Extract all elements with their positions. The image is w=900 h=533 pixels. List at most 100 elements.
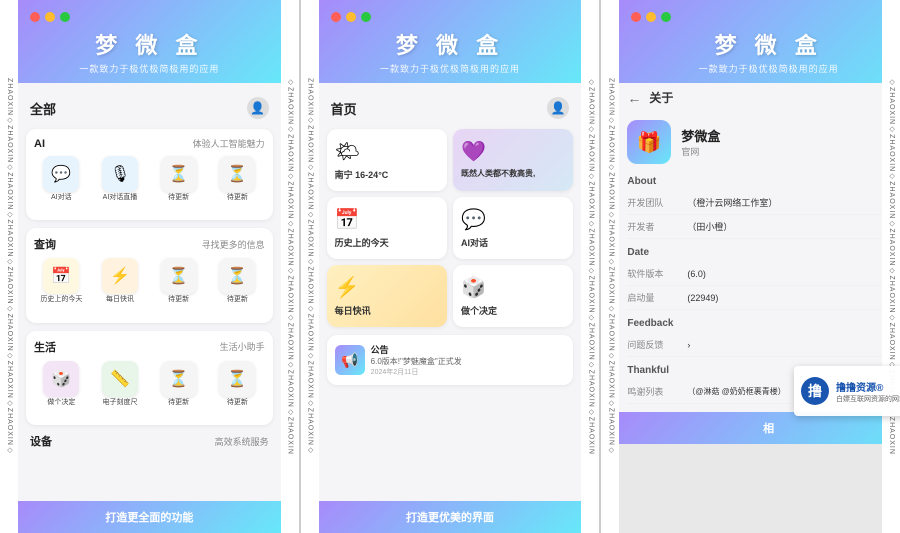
app-footer-1: 打造更全面的功能 bbox=[18, 501, 281, 533]
ai-pending2-icon: ⏳ bbox=[219, 156, 255, 192]
phone-content-2: 梦 微 盒 一款致力于极优极简极用的应用 首页 👤 🌤 南宁 16-24°C 💜… bbox=[319, 0, 582, 533]
about-app-logo: 🎁 bbox=[627, 120, 671, 164]
ruler[interactable]: 📏 电子刻度尺 bbox=[93, 361, 148, 407]
weather-card[interactable]: 🌤 南宁 16-24°C bbox=[327, 129, 447, 191]
section-main-ai: AI bbox=[34, 138, 45, 150]
tl-red-1 bbox=[30, 12, 40, 22]
about-section-title: About bbox=[627, 176, 900, 187]
app-subtitle-2: 一款致力于极优极简极用的应用 bbox=[331, 62, 570, 75]
tl-green-1 bbox=[60, 12, 70, 22]
watermark-left-2: ZHAOXIN◇ZHAOXIN◇ZHAOXIN◇ZHAOXIN◇ZHAOXIN◇… bbox=[301, 0, 319, 533]
section-ai: AI 体验人工智能魅力 💬 AI对话 🎙 AI对话直播 ⏳ 待更新 bbox=[26, 129, 273, 220]
about-dev-label: 开发者 bbox=[627, 220, 687, 233]
brand-sub: 白嫖互联网资源的网站 bbox=[836, 394, 900, 404]
section-header-ai: AI 体验人工智能魅力 bbox=[34, 137, 265, 150]
home-card-grid: 🌤 南宁 16-24°C 💜 既然人类都不救高贵, 📅 历史上的今天 💬 AI对… bbox=[327, 129, 574, 327]
about-header: ← 关于 bbox=[619, 83, 900, 112]
traffic-lights-1 bbox=[30, 12, 269, 22]
about-team-row: 开发团队 （橙汁云网络工作室） bbox=[627, 191, 900, 215]
app-footer-2: 打造更优美的界面 bbox=[319, 501, 582, 533]
ai-card[interactable]: 💬 AI对话 bbox=[453, 197, 573, 259]
life-grid: 🎲 做个决定 📏 电子刻度尺 ⏳ 待更新 ⏳ 待更新 bbox=[34, 361, 265, 407]
ai-dialog[interactable]: 💬 AI对话 bbox=[34, 156, 89, 202]
ruler-icon: 📏 bbox=[102, 361, 138, 397]
ai-card-label: AI对话 bbox=[461, 236, 488, 249]
life-pending2[interactable]: ⏳ 待更新 bbox=[210, 361, 265, 407]
about-app-name: 梦微盒 bbox=[681, 126, 720, 145]
thankful-label: 鸣谢列表 bbox=[627, 385, 687, 398]
thankful-value: （@淋菇 @奶奶框裹青楼） bbox=[687, 386, 785, 397]
section-sub-device: 高效系统服务 bbox=[215, 435, 269, 448]
version-row: 软件版本 (6.0) bbox=[627, 262, 900, 286]
today-history-icon: 📅 bbox=[43, 258, 79, 294]
query-pending1-icon: ⏳ bbox=[161, 258, 197, 294]
traffic-lights-3 bbox=[631, 12, 900, 22]
news-card[interactable]: ⚡ 每日快讯 bbox=[327, 265, 447, 327]
section-main-device: 设备 bbox=[30, 433, 52, 449]
about-team-label: 开发团队 bbox=[627, 196, 687, 209]
ai-card-icon: 💬 bbox=[461, 207, 486, 232]
brand-logo-icon: 撸 bbox=[800, 376, 830, 406]
watermark-right-3: ◇ZHAOXIN◇ZHAOXIN◇ZHAOXIN◇ZHAOXIN◇ZHAOXIN… bbox=[882, 0, 900, 533]
ai-pending2[interactable]: ⏳ 待更新 bbox=[210, 156, 265, 202]
app-subtitle-1: 一款致力于极优极简极用的应用 bbox=[30, 62, 269, 75]
daily-news[interactable]: ⚡ 每日快讯 bbox=[93, 258, 148, 304]
app-title-2: 梦 微 盒 bbox=[331, 28, 570, 60]
feedback-section-title: Feedback bbox=[627, 318, 900, 329]
quote-card[interactable]: 💜 既然人类都不救高贵, bbox=[453, 129, 573, 191]
app-header-3: 梦 微 盒 一款致力于极优极简极用的应用 bbox=[619, 0, 900, 83]
version-label: 软件版本 bbox=[627, 267, 687, 280]
brand-text: 撸撸资源® 白嫖互联网资源的网站 bbox=[836, 379, 900, 404]
decision-card[interactable]: 🎲 做个决定 bbox=[453, 265, 573, 327]
section-header-life: 生活 生活小助手 bbox=[34, 339, 265, 355]
history-icon: 📅 bbox=[335, 207, 360, 232]
feedback-row[interactable]: 问题反馈 › bbox=[627, 333, 900, 357]
about-app-details: 梦微盒 官网 bbox=[681, 126, 720, 158]
decision-label: 做个决定 bbox=[47, 399, 75, 407]
life-pending1-icon: ⏳ bbox=[161, 361, 197, 397]
announcement-card: 📢 公告 6.0版本!"梦魅魔盒"正式发 2024年2月11日 bbox=[327, 335, 574, 385]
query-pending1-label: 待更新 bbox=[168, 296, 189, 304]
about-team-value: （橙汁云网络工作室） bbox=[687, 196, 777, 209]
section-header-query: 查询 寻找更多的信息 bbox=[34, 236, 265, 252]
life-pending1[interactable]: ⏳ 待更新 bbox=[151, 361, 206, 407]
query-pending2-icon: ⏳ bbox=[219, 258, 255, 294]
version-value: (6.0) bbox=[687, 269, 706, 279]
ai-pending1[interactable]: ⏳ 待更新 bbox=[151, 156, 206, 202]
brand-name: 撸撸资源® bbox=[836, 379, 900, 394]
svg-text:撸: 撸 bbox=[808, 383, 822, 399]
about-back-button[interactable]: ← bbox=[627, 90, 641, 106]
daily-news-label: 每日快讯 bbox=[106, 296, 134, 304]
section-sub-life: 生活小助手 bbox=[220, 340, 265, 353]
ai-live-icon: 🎙 bbox=[102, 156, 138, 192]
date-section-title: Date bbox=[627, 247, 900, 258]
about-page-title: 关于 bbox=[649, 89, 673, 106]
avatar-2[interactable]: 👤 bbox=[547, 97, 569, 119]
about-app-sub: 官网 bbox=[681, 145, 720, 158]
query-pending2[interactable]: ⏳ 待更新 bbox=[210, 258, 265, 304]
decision-card-icon: 🎲 bbox=[461, 275, 486, 300]
ai-pending1-icon: ⏳ bbox=[161, 156, 197, 192]
avatar-1[interactable]: 👤 bbox=[247, 97, 269, 119]
today-history-label: 历史上的今天 bbox=[40, 296, 82, 304]
tl-green-3 bbox=[661, 12, 671, 22]
panel-1: ZHAOXIN◇ZHAOXIN◇ZHAOXIN◇ZHAOXIN◇ZHAOXIN◇… bbox=[0, 0, 299, 533]
history-card[interactable]: 📅 历史上的今天 bbox=[327, 197, 447, 259]
history-label: 历史上的今天 bbox=[335, 236, 389, 249]
ai-live[interactable]: 🎙 AI对话直播 bbox=[93, 156, 148, 202]
decision-icon: 🎲 bbox=[43, 361, 79, 397]
section-life: 生活 生活小助手 🎲 做个决定 📏 电子刻度尺 ⏳ 待更新 bbox=[26, 331, 273, 425]
life-pending2-label: 待更新 bbox=[227, 399, 248, 407]
tl-yellow-2 bbox=[346, 12, 356, 22]
today-history[interactable]: 📅 历史上的今天 bbox=[34, 258, 89, 304]
app-footer-3: 相 bbox=[619, 412, 900, 444]
launch-label: 启动量 bbox=[627, 291, 687, 304]
news-icon: ⚡ bbox=[335, 275, 360, 300]
query-pending1[interactable]: ⏳ 待更新 bbox=[151, 258, 206, 304]
app-title-3: 梦 微 盒 bbox=[631, 28, 900, 60]
app-subtitle-3: 一款致力于极优极简极用的应用 bbox=[631, 62, 900, 75]
tl-red-2 bbox=[331, 12, 341, 22]
page-title-1: 全部 bbox=[30, 99, 56, 118]
decision[interactable]: 🎲 做个决定 bbox=[34, 361, 89, 407]
traffic-lights-2 bbox=[331, 12, 570, 22]
